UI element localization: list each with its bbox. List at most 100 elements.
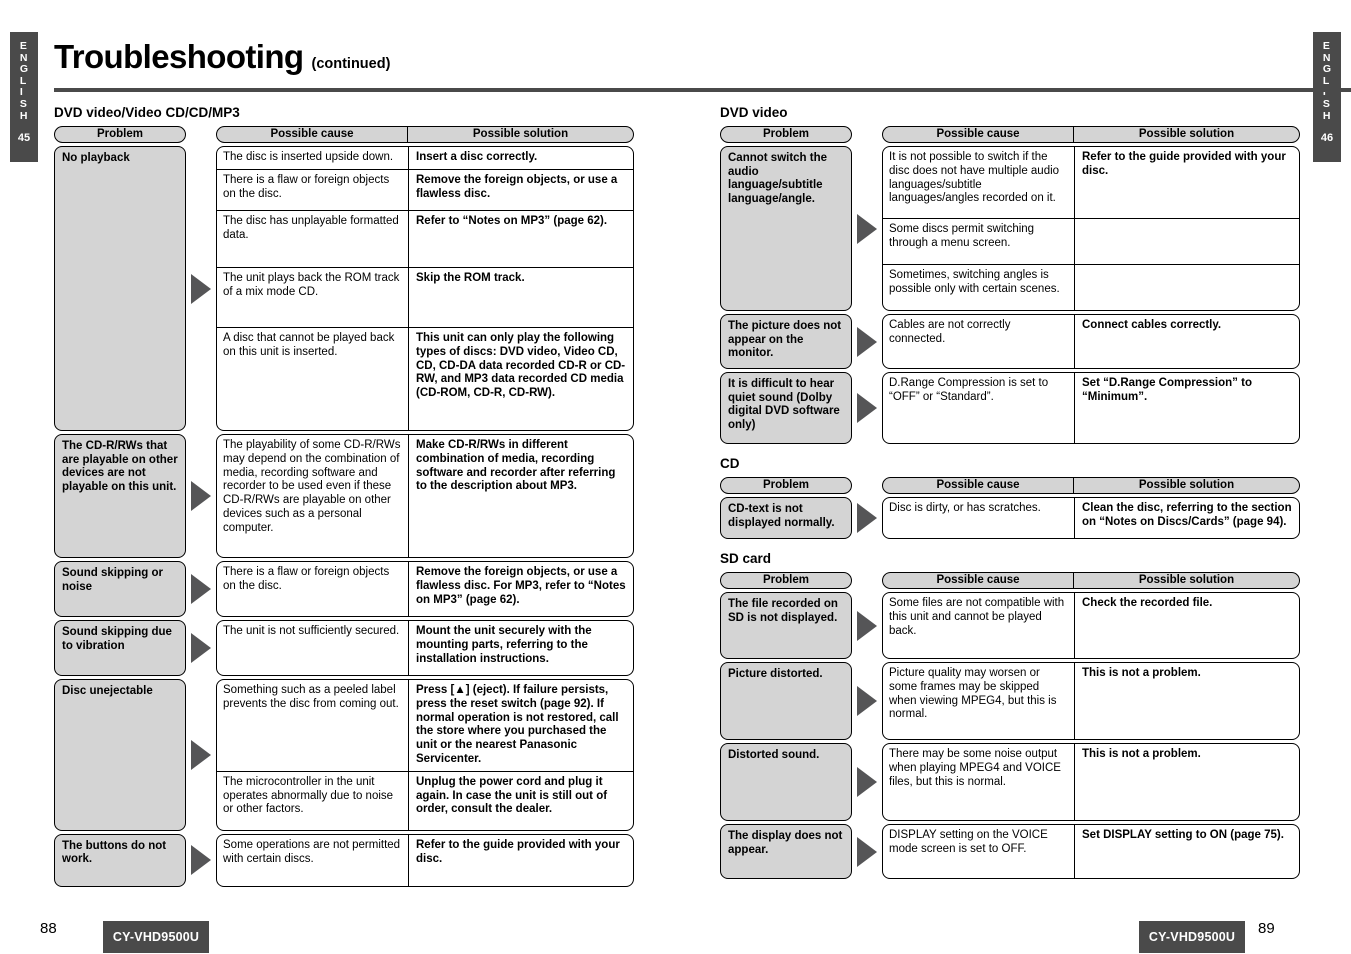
cell-possible-cause: The unit plays back the ROM track of a m… [217,268,409,327]
cell-possible-solution: This is not a problem. [1082,748,1201,760]
table-row: Cables are not correctly connected. Conne… [883,315,1299,368]
troubleshooting-group: The display does not appear. DISPLAY sett… [720,824,1300,879]
table-row: The microcontroller in the unit operates… [217,771,633,830]
cell-possible-cause: The unit is not sufficiently secured. [217,621,409,675]
rows-container: The playability of some CD-R/RWs may dep… [216,434,634,558]
cell-problem: The buttons do not work. [54,833,186,887]
cell-possible-solution: Refer to the guide provided with your di… [416,838,620,865]
cell-possible-cause: Something such as a peeled label prevent… [217,680,409,771]
cell-possible-solution [1075,265,1299,310]
cell-possible-solution: Connect cables correctly. [1082,319,1222,331]
cell-possible-solution: Remove the foreign objects, or use a fla… [416,566,626,606]
arrow-right-icon [852,824,882,879]
section-heading-dvd-video: DVD video [720,105,788,120]
rows-container: Some operations are not permitted with c… [216,833,634,887]
cell-possible-solution: Refer to “Notes on MP3” (page 62). [416,215,608,227]
cell-possible-solution: Refer to the guide provided with your di… [1082,151,1286,177]
column-header-group: Possible cause Possible solution [882,572,1300,589]
arrow-right-icon [186,834,216,887]
language-tab-right: ENGLISH 46 [1313,32,1341,162]
table-row: Disc is dirty, or has scratches. Clean th… [883,498,1299,538]
page-title-continued: (continued) [311,56,391,72]
column-header-problem: Problem [720,126,852,143]
rows-container: The disc is inserted upside down. Insert … [216,146,634,431]
troubleshooting-table-sd-card: Problem Possible cause Possible solution Th… [720,572,1300,879]
table-row: The playability of some CD-R/RWs may dep… [217,435,633,557]
arrow-right-icon [852,662,882,740]
cell-possible-cause: A disc that cannot be played back on thi… [217,328,409,430]
table-row: There is a flaw or foreign objects on th… [217,562,633,616]
arrow-right-icon [852,314,882,369]
troubleshooting-group: The file recorded on SD is not displayed… [720,592,1300,659]
page-title-block: Troubleshooting (continued) [54,38,390,76]
table-row: Picture quality may worsen or some frame… [883,663,1299,739]
cell-possible-solution: Unplug the power cord and plug it again.… [416,775,608,816]
table-row: Something such as a peeled label prevent… [217,680,633,772]
left-page: DVD video/Video CD/CD/MP3 Problem Possibl… [54,105,634,890]
cell-possible-solution: This unit can only play the following ty… [416,332,626,400]
troubleshooting-table-cd: Problem Possible cause Possible solution CD… [720,477,1300,539]
troubleshooting-group: Picture distorted. Picture quality may wo… [720,662,1300,740]
cell-possible-solution: Check the recorded file. [1082,597,1213,609]
troubleshooting-group: The CD-R/RWs that are playable on other … [54,434,634,558]
column-header-solution: Possible solution [1074,477,1300,494]
troubleshooting-group: Sound skipping due to vibration The unit … [54,620,634,676]
cell-possible-solution: Clean the disc, referring to the section… [1082,502,1292,528]
cell-problem: The file recorded on SD is not displayed… [720,592,852,659]
cell-problem: Sound skipping or noise [54,561,186,617]
cell-problem: It is difficult to hear quiet sound (Dol… [720,372,852,444]
column-header-problem: Problem [720,477,852,494]
section-heading-dvd-videocd-cd-mp3: DVD video/Video CD/CD/MP3 [54,105,240,120]
cell-possible-cause: Some files are not compatible with this … [883,593,1075,658]
arrow-right-icon [186,434,216,558]
column-header-solution: Possible solution [408,126,634,143]
table-header-row: Problem Possible cause Possible solution [54,126,634,143]
cell-problem: Distorted sound. [720,743,852,821]
footer-model-badge-right: CY-VHD9500U [1139,921,1245,953]
header-divider [54,88,1351,92]
column-header-cause: Possible cause [882,126,1074,143]
table-row: D.Range Compression is set to “OFF” or “… [883,373,1299,443]
cell-possible-cause: There is a flaw or foreign objects on th… [217,562,409,616]
cell-possible-cause: The disc is inserted upside down. [217,147,409,169]
cell-possible-solution: Set DISPLAY setting to ON (page 75). [1082,829,1284,841]
column-header-problem: Problem [54,126,186,143]
cell-possible-cause: Some operations are not permitted with c… [217,834,409,886]
cell-possible-solution: Press [▲] (eject). If failure persists, … [416,684,619,765]
cell-possible-cause: There is a flaw or foreign objects on th… [217,170,409,210]
cell-possible-cause: Some discs permit switching through a me… [883,219,1075,264]
table-row: There is a flaw or foreign objects on th… [217,170,633,211]
arrow-right-icon [852,146,882,311]
troubleshooting-table-dvd-video: Problem Possible cause Possible solution Ca… [720,126,1300,444]
footer-page-number-left: 88 [40,920,57,937]
rows-container: Cables are not correctly connected. Conne… [882,314,1300,369]
cell-possible-cause: It is not possible to switch if the disc… [883,147,1075,218]
arrow-right-icon [852,497,882,539]
column-header-problem: Problem [720,572,852,589]
table-row: The disc has unplayable formatted data. R… [217,211,633,268]
table-row: It is not possible to switch if the disc… [883,147,1299,219]
rows-container: There is a flaw or foreign objects on th… [216,561,634,617]
language-tab-right-text: ENGLISH [1322,40,1332,122]
page-title: Troubleshooting [54,38,304,75]
section-heading-sd-card: SD card [720,551,772,566]
rows-container: Something such as a peeled label prevent… [216,679,634,831]
arrow-right-icon [186,146,216,431]
cell-possible-cause: The microcontroller in the unit operates… [217,771,409,830]
cell-possible-solution: Mount the unit securely with the mountin… [416,625,592,665]
cell-possible-cause: D.Range Compression is set to “OFF” or “… [883,373,1075,443]
cell-problem: Disc unejectable [54,679,186,831]
arrow-right-icon [186,620,216,676]
cell-problem: CD-text is not displayed normally. [720,497,852,539]
cell-possible-cause: The playability of some CD-R/RWs may dep… [217,435,409,557]
table-header-row: Problem Possible cause Possible solution [720,126,1300,143]
troubleshooting-group: No playback The disc is inserted upside d… [54,146,634,431]
language-tab-left-page: 45 [17,132,31,145]
rows-container: Picture quality may worsen or some frame… [882,662,1300,740]
cell-problem: Cannot switch the audio language/subtitl… [720,146,852,311]
rows-container: Some files are not compatible with this … [882,592,1300,659]
right-page: DVD video Problem Possible cause Possible s… [720,105,1300,882]
arrow-right-icon [852,592,882,659]
cell-possible-solution: Set “D.Range Compression” to “Minimum”. [1082,377,1252,403]
rows-container: D.Range Compression is set to “OFF” or “… [882,372,1300,444]
